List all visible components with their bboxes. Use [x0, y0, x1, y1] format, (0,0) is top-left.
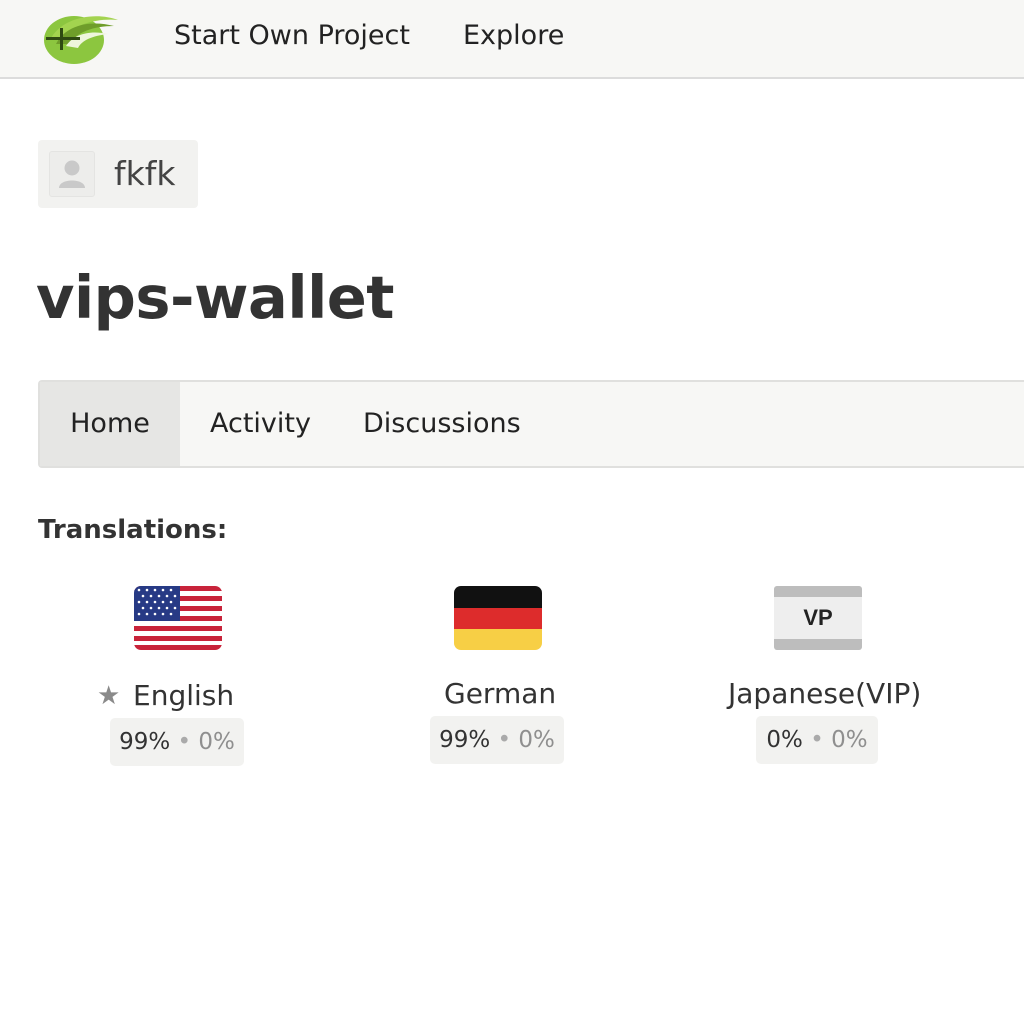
- reviewed-percent: 0%: [831, 727, 868, 753]
- language-name: Japanese(VIP): [728, 677, 922, 710]
- flag-code: VP: [803, 605, 833, 630]
- tab-discussions[interactable]: Discussions: [363, 382, 521, 466]
- stats-separator: •: [497, 727, 512, 753]
- tab-home[interactable]: Home: [40, 382, 180, 466]
- project-tabs: Home Activity Discussions: [38, 380, 1024, 468]
- translation-stats-badge: 99% • 0%: [430, 716, 564, 764]
- us-flag-icon: [134, 586, 222, 650]
- translations-heading: Translations:: [38, 515, 228, 545]
- translated-percent: 0%: [766, 727, 803, 753]
- site-logo-icon[interactable]: [42, 10, 120, 66]
- source-language-star-icon: ★: [97, 681, 121, 711]
- reviewed-percent: 0%: [518, 727, 555, 753]
- translated-percent: 99%: [439, 727, 491, 753]
- owner-username: fkfk: [114, 154, 176, 193]
- translated-percent: 99%: [119, 729, 171, 755]
- flag-band-bottom: [774, 639, 862, 650]
- default-user-avatar-icon: [49, 151, 95, 197]
- project-owner-chip[interactable]: fkfk: [38, 140, 198, 208]
- flag-band-top: [774, 586, 862, 597]
- de-flag-icon: [454, 586, 542, 650]
- language-name: English: [133, 679, 235, 712]
- vp-flag-icon: VP: [774, 586, 862, 650]
- page-title: vips-wallet: [36, 263, 395, 332]
- reviewed-percent: 0%: [198, 729, 235, 755]
- language-name: German: [444, 677, 557, 710]
- nav-explore-link[interactable]: Explore: [463, 18, 564, 54]
- tab-activity[interactable]: Activity: [210, 382, 311, 466]
- top-navbar: Start Own Project Explore: [0, 0, 1024, 79]
- nav-start-own-project-link[interactable]: Start Own Project: [174, 18, 410, 54]
- translation-stats-badge: 99% • 0%: [110, 718, 244, 766]
- stats-separator: •: [810, 727, 824, 753]
- stats-separator: •: [177, 729, 192, 755]
- translation-stats-badge: 0% • 0%: [756, 716, 878, 764]
